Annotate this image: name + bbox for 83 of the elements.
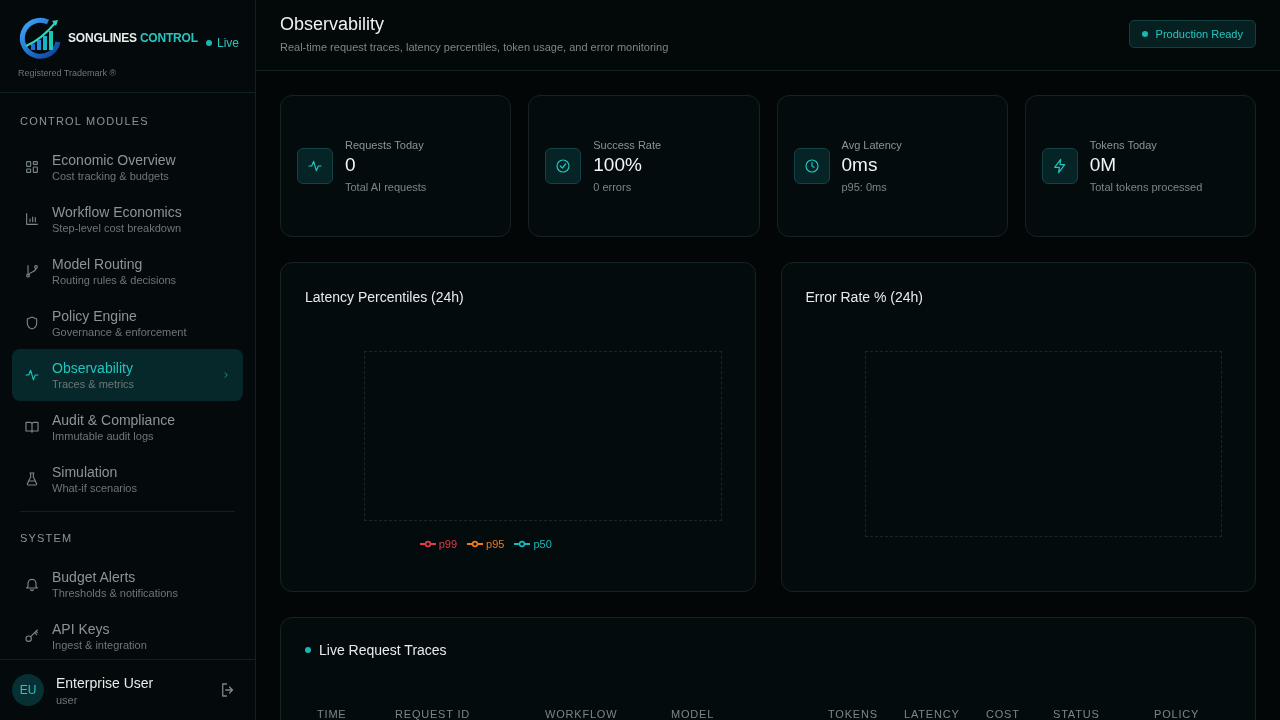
brand-name-accent: CONTROL bbox=[139, 31, 198, 45]
column-header: REQUEST ID bbox=[395, 708, 472, 720]
nav-item[interactable]: Simulation What-if scenarios bbox=[12, 453, 243, 505]
pulse-icon bbox=[24, 367, 40, 383]
status-label: Production Ready bbox=[1155, 28, 1243, 40]
check-circle-icon bbox=[555, 158, 572, 174]
lightning-icon bbox=[1051, 158, 1068, 174]
stat-label: Success Rate bbox=[593, 139, 662, 151]
legend-label: p99 bbox=[438, 538, 458, 550]
nav-label: Budget Alerts bbox=[52, 569, 137, 585]
nav-item[interactable]: Policy Engine Governance & enforcement bbox=[12, 297, 243, 349]
column-header: WORKFLOW bbox=[545, 708, 619, 720]
avatar: EU bbox=[12, 674, 44, 706]
trademark-text: Registered Trademark ® bbox=[18, 68, 118, 78]
column-header: COST bbox=[986, 708, 1021, 720]
nav-label: Observability bbox=[52, 360, 134, 376]
legend-label: p95 bbox=[486, 538, 505, 550]
section-title: Live Request Traces bbox=[319, 642, 447, 658]
stat-value: 0 bbox=[345, 154, 357, 176]
column-header: TIME bbox=[317, 708, 348, 720]
user-name: Enterprise User bbox=[56, 674, 154, 691]
column-header: LATENCY bbox=[904, 708, 961, 720]
nav-description: Ingest & integration bbox=[52, 639, 147, 651]
key-icon bbox=[24, 628, 40, 644]
nav-label: Model Routing bbox=[52, 256, 144, 272]
status-dot bbox=[305, 647, 311, 653]
brand-name: SONGLINES bbox=[68, 31, 137, 45]
flask-icon bbox=[24, 471, 40, 487]
page-title: Observability bbox=[280, 14, 386, 35]
column-header: POLICY bbox=[1154, 708, 1201, 720]
section-heading: SYSTEM bbox=[19, 531, 74, 546]
branch-icon bbox=[24, 263, 40, 279]
logo-icon bbox=[18, 16, 62, 60]
stat-value: 0ms bbox=[841, 154, 879, 176]
stat-note: p95: 0ms bbox=[841, 181, 888, 193]
stat-value: 0M bbox=[1089, 154, 1118, 176]
nav-description: Thresholds & notifications bbox=[52, 587, 178, 599]
stat-label: Requests Today bbox=[345, 139, 425, 151]
column-header: MODEL bbox=[671, 708, 716, 720]
chart-title: Error Rate % (24h) bbox=[805, 289, 924, 305]
column-header: TOKENS bbox=[828, 708, 879, 720]
stat-note: Total tokens processed bbox=[1089, 181, 1203, 193]
pulse-icon bbox=[307, 158, 323, 174]
book-icon bbox=[24, 419, 40, 435]
nav-item[interactable]: Audit & Compliance Immutable audit logs bbox=[12, 401, 243, 453]
nav-description: Step-level cost breakdown bbox=[52, 222, 182, 234]
status-dot bbox=[1141, 31, 1148, 37]
nav-item[interactable]: Model Routing Routing rules & decisions bbox=[12, 245, 243, 297]
nav-description: Governance & enforcement bbox=[52, 326, 187, 338]
nav-description: Routing rules & decisions bbox=[52, 274, 177, 286]
grid-icon bbox=[24, 159, 40, 175]
stat-note: 0 errors bbox=[593, 181, 633, 193]
nav-label: Economic Overview bbox=[52, 152, 176, 168]
live-status: Live bbox=[217, 36, 239, 50]
nav-description: Cost tracking & budgets bbox=[52, 170, 170, 182]
nav-item[interactable]: API Keys Ingest & integration bbox=[12, 610, 243, 659]
shield-icon bbox=[24, 315, 40, 331]
nav-label: Audit & Compliance bbox=[52, 412, 175, 428]
nav-item[interactable]: Budget Alerts Thresholds & notifications bbox=[12, 558, 243, 610]
bell-icon bbox=[24, 576, 40, 592]
nav-description: Immutable audit logs bbox=[52, 430, 155, 442]
nav-label: Policy Engine bbox=[52, 308, 138, 324]
nav-label: API Keys bbox=[52, 621, 111, 637]
user-role: user bbox=[56, 693, 79, 706]
section-heading: CONTROL MODULES bbox=[19, 114, 150, 129]
stat-note: Total AI requests bbox=[345, 181, 427, 193]
stat-value: 100% bbox=[593, 154, 643, 176]
nav-item[interactable]: Workflow Economics Step-level cost breakdown bbox=[12, 193, 243, 245]
nav-label: Workflow Economics bbox=[52, 204, 182, 220]
column-header: STATUS bbox=[1053, 708, 1101, 720]
nav-description: What-if scenarios bbox=[52, 482, 137, 494]
nav-description: Traces & metrics bbox=[52, 378, 135, 390]
stat-label: Avg Latency bbox=[841, 139, 902, 151]
nav-label: Simulation bbox=[52, 464, 119, 480]
stat-label: Tokens Today bbox=[1089, 139, 1158, 151]
bar-chart-icon bbox=[24, 211, 40, 227]
nav-item[interactable]: Economic Overview Cost tracking & budgets bbox=[12, 141, 243, 193]
nav-item[interactable]: Observability Traces & metrics bbox=[12, 349, 243, 401]
status-dot bbox=[206, 40, 212, 46]
clock-icon bbox=[803, 158, 820, 174]
legend-label: p50 bbox=[533, 538, 552, 550]
chart-title: Latency Percentiles (24h) bbox=[305, 289, 465, 305]
page-subtitle: Real-time request traces, latency percentiles, token usage, and error monitoring bbox=[280, 41, 669, 53]
